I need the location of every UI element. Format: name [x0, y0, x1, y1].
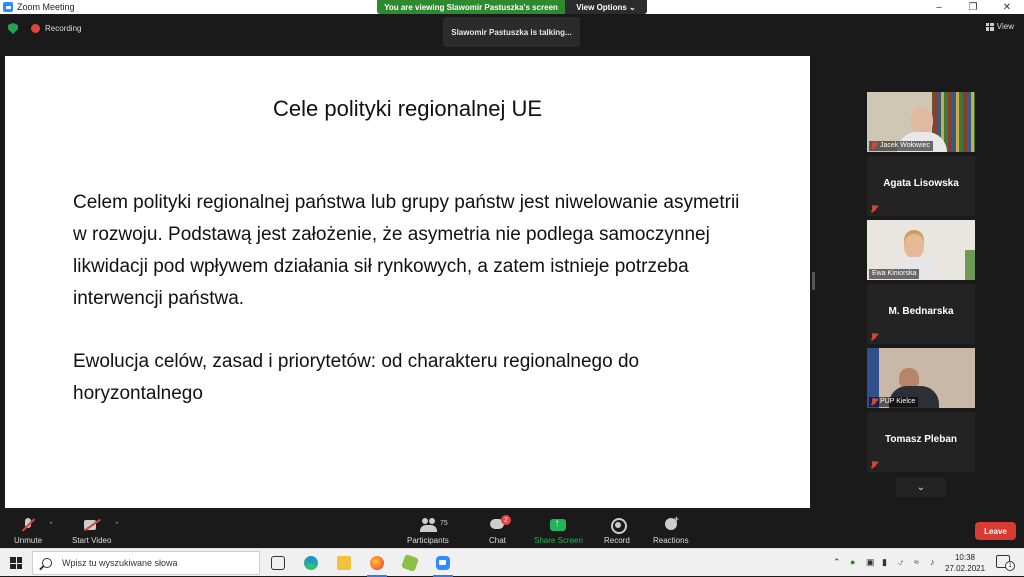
record-button[interactable]: Record [604, 518, 630, 545]
participant-tile[interactable]: Agata Lisowska [867, 156, 975, 216]
video-options-caret[interactable]: ⌃ [114, 521, 120, 529]
participant-name: Agata Lisowska [883, 178, 959, 189]
search-icon [42, 558, 52, 568]
zoom-taskbar-icon[interactable] [433, 553, 453, 577]
slide-title: Cele polityki regionalnej UE [272, 96, 543, 121]
muted-mic-icon [870, 142, 878, 150]
recording-label: Recording [45, 24, 82, 33]
windows-taskbar: ⌃ ● ▣ ▮ ⍻ ≈ ♪ 10:38 27.02.2021 1 [0, 548, 1024, 577]
muted-microphone-icon [20, 518, 36, 532]
view-options-button[interactable]: View Options ⌄ [565, 0, 647, 14]
usb-icon[interactable]: ⍻ [898, 557, 903, 568]
participants-icon [419, 518, 437, 532]
slide-paragraph: Ewolucja celów, zasad i priorytetów: od … [73, 351, 640, 404]
audio-options-caret[interactable]: ⌃ [48, 521, 54, 529]
view-layout-button[interactable]: View [985, 22, 1014, 31]
show-hidden-icons-chevron-icon[interactable]: ⌃ [833, 557, 841, 568]
search-input[interactable] [62, 558, 252, 568]
firefox-icon[interactable] [367, 553, 387, 577]
security-icon[interactable]: ● [850, 557, 855, 567]
view-label: View [996, 22, 1014, 31]
participant-name: Tomasz Pleban [884, 434, 958, 445]
minimize-button[interactable]: – [922, 0, 956, 14]
close-button[interactable]: ✕ [990, 0, 1024, 14]
start-video-button[interactable]: Start Video [72, 518, 111, 545]
share-screen-icon [550, 518, 567, 532]
scroll-participants-down-button[interactable]: ⌄ [896, 477, 946, 497]
share-banner-text: You are viewing Slawomir Pastuszka's scr… [384, 2, 558, 12]
task-view-icon[interactable] [268, 553, 288, 573]
participant-name: M. Bednarska [888, 306, 954, 317]
grid-icon [985, 22, 994, 31]
clock-date: 27.02.2021 [945, 564, 986, 573]
meeting-toolbar [0, 512, 1024, 548]
share-screen-button[interactable]: Share Screen [534, 518, 583, 545]
zoom-meeting-window: Zoom Meeting – ❐ ✕ You are viewing Slawo… [0, 0, 1024, 548]
participant-tile[interactable]: M. Bednarska [867, 284, 975, 344]
edge-browser-icon[interactable] [301, 553, 321, 573]
participants-count: 75 [440, 520, 448, 527]
wifi-icon[interactable]: ≈ [914, 557, 919, 567]
app-icon[interactable] [400, 553, 420, 573]
leave-meeting-button[interactable]: Leave [975, 522, 1016, 540]
shared-screen-slide: Cele polityki regionalnej UE Celem polit… [5, 56, 810, 508]
muted-mic-icon [870, 398, 878, 406]
maximize-button[interactable]: ❐ [956, 0, 990, 14]
taskbar-search[interactable] [32, 551, 260, 575]
muted-mic-icon [870, 461, 878, 469]
participant-tile-video[interactable]: Jacek Wołowiec [867, 92, 975, 152]
reactions-button[interactable]: Reactions [653, 514, 689, 545]
unmute-button[interactable]: Unmute [14, 518, 42, 545]
notification-count-badge: 1 [1005, 561, 1015, 571]
network-share-icon[interactable]: ▣ [866, 557, 875, 568]
file-explorer-icon[interactable] [334, 553, 354, 573]
video-off-icon [83, 518, 100, 532]
clock-time: 10:38 [954, 553, 976, 562]
zoom-app-icon [3, 2, 13, 12]
muted-mic-icon [870, 333, 878, 341]
windows-start-icon[interactable] [10, 557, 22, 569]
recording-icon [31, 24, 40, 33]
window-title: Zoom Meeting [17, 2, 75, 12]
participant-tile-video[interactable]: Ewa Kiniorska [867, 220, 975, 280]
chevron-down-icon: ⌄ [916, 481, 926, 493]
panel-resize-handle[interactable] [812, 272, 815, 290]
participant-tile-video[interactable]: PUP Kielce [867, 348, 975, 408]
active-speaker-indicator: Slawomir Pastuszka is talking... [443, 17, 580, 47]
battery-icon[interactable]: ▮ [882, 557, 887, 568]
screen-share-banner: You are viewing Slawomir Pastuszka's scr… [377, 0, 647, 14]
system-clock[interactable]: 10:38 27.02.2021 [945, 552, 985, 574]
participant-name-tag: Ewa Kiniorska [869, 269, 920, 279]
participant-tile[interactable]: Tomasz Pleban [867, 412, 975, 472]
participant-name-tag: Jacek Wołowiec [869, 141, 934, 151]
participant-name-tag: PUP Kielce [869, 397, 919, 407]
muted-mic-icon [870, 205, 878, 213]
volume-icon[interactable]: ♪ [930, 557, 935, 567]
encryption-shield-icon[interactable] [8, 23, 18, 34]
record-icon [609, 518, 627, 534]
slide-paragraph: Celem polityki regionalnej państwa lub g… [73, 192, 740, 309]
chat-unread-badge: 2 [501, 515, 511, 525]
reactions-icon [663, 514, 679, 532]
